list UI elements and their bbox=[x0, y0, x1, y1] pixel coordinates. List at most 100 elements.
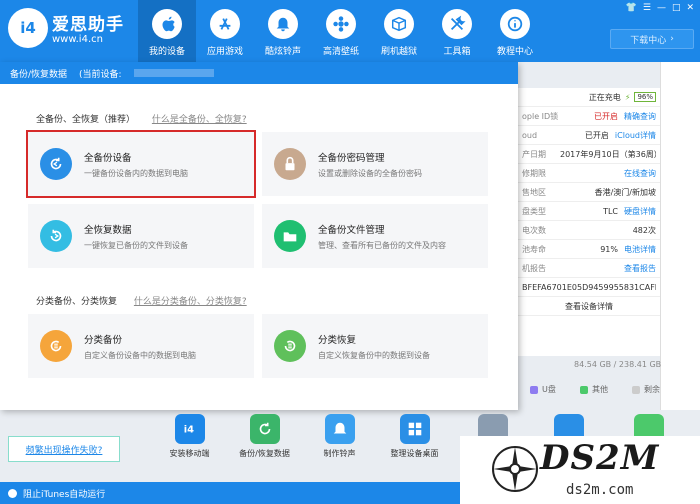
backup-icon bbox=[40, 148, 72, 180]
info-value: 已开启 bbox=[584, 130, 609, 140]
nav-item-3[interactable]: 高清壁纸 bbox=[312, 0, 370, 62]
card-desc: 一键恢复已备份的文件到设备 bbox=[84, 240, 188, 250]
i4-icon: i4 bbox=[174, 414, 205, 444]
folder-icon bbox=[274, 220, 306, 252]
info-link[interactable]: 在线查询 bbox=[624, 168, 656, 179]
legend-label: U盘 bbox=[542, 385, 556, 394]
download-center-label: 下载中心 bbox=[630, 35, 667, 46]
ringtone-icon bbox=[324, 414, 355, 444]
storage-legend-item: 其他 bbox=[580, 384, 608, 395]
card-restore[interactable]: 全恢复数据 一键恢复已备份的文件到设备 bbox=[28, 204, 254, 268]
tool-backup-restore[interactable]: 备份/恢复数据 bbox=[227, 414, 302, 459]
card-desc: 一键备份设备内的数据到电脑 bbox=[84, 168, 188, 178]
nav-label: 高清壁纸 bbox=[322, 47, 359, 57]
skin-icon[interactable]: 👕 bbox=[626, 3, 637, 13]
nav-label: 刷机越狱 bbox=[380, 47, 417, 57]
card-title: 全备份设备 bbox=[84, 152, 132, 164]
grid-icon bbox=[399, 414, 430, 444]
card-desc: 管理、查看所有已备份的文件及内容 bbox=[318, 240, 446, 250]
card-folder[interactable]: 全备份文件管理 管理、查看所有已备份的文件及内容 bbox=[262, 204, 488, 268]
section-full-help-link[interactable]: 什么是全备份、全恢复? bbox=[152, 115, 247, 125]
backup-restore-dialog: 备份/恢复数据 (当前设备: 全备份、全恢复（推荐） 什么是全备份、全恢复? 分… bbox=[0, 62, 518, 410]
box-icon bbox=[384, 9, 414, 39]
nav-item-0[interactable]: 我的设备 bbox=[138, 0, 196, 62]
info-link[interactable]: 电池详情 bbox=[624, 244, 656, 255]
card-backup[interactable]: 全备份设备 一键备份设备内的数据到电脑 bbox=[26, 130, 256, 198]
logo-text: i4 bbox=[20, 19, 36, 37]
info-value: 已开启 bbox=[594, 111, 618, 121]
info-key: 产日期 bbox=[522, 149, 546, 159]
charging-row: 正在充电 ⚡ 96% bbox=[518, 88, 660, 107]
right-scroll-area bbox=[660, 62, 700, 410]
card-lock[interactable]: 全备份密码管理 设置或删除设备的全备份密码 bbox=[262, 132, 488, 196]
storage-usage: 84.54 GB / 238.41 GB bbox=[574, 360, 662, 369]
info-value: 2017年9月10日（第36周） bbox=[560, 149, 656, 159]
app-url: www.i4.cn bbox=[52, 34, 103, 45]
device-name-redacted bbox=[133, 69, 214, 77]
charging-status: 正在充电 bbox=[588, 92, 621, 102]
lock-icon bbox=[274, 148, 306, 180]
info-value: TLC bbox=[603, 206, 618, 216]
info-key: 售地区 bbox=[522, 187, 546, 197]
nav-item-5[interactable]: 工具箱 bbox=[428, 0, 486, 62]
info-link[interactable]: 查看报告 bbox=[624, 263, 656, 274]
stop-itunes-icon bbox=[8, 488, 17, 498]
nav-item-6[interactable]: 教程中心 bbox=[486, 0, 544, 62]
info-row: 查看设备详情 bbox=[518, 297, 660, 316]
section-category-help-link[interactable]: 什么是分类备份、分类恢复? bbox=[134, 297, 247, 307]
info-row: 机报告 查看报告 bbox=[518, 259, 660, 278]
maximize-icon[interactable]: □ bbox=[672, 3, 681, 13]
dialog-title: 备份/恢复数据 bbox=[10, 69, 68, 80]
toolbox-row: i4 安装移动端 备份/恢复数据 制作铃声 整理设备桌面 bbox=[152, 414, 452, 459]
info-value: 91% bbox=[600, 244, 618, 254]
nav-item-1[interactable]: 应用游戏 bbox=[196, 0, 254, 62]
flower-icon bbox=[326, 9, 356, 39]
info-row: 售地区 香港/澳门/新加坡 bbox=[518, 183, 660, 202]
info-link[interactable]: 精确查询 bbox=[624, 111, 656, 122]
info-key: ople ID锁 bbox=[522, 111, 559, 121]
info-key: oud bbox=[522, 130, 538, 140]
info-key: 池寿命 bbox=[522, 244, 546, 254]
info-value: 香港/澳门/新加坡 bbox=[594, 187, 656, 197]
tool-label: 制作铃声 bbox=[323, 449, 356, 458]
storage-legend-item: U盘 bbox=[530, 384, 556, 395]
menu-icon[interactable]: ☰ bbox=[643, 3, 651, 13]
card-title: 分类恢复 bbox=[318, 334, 357, 346]
legend-label: 其他 bbox=[592, 385, 608, 394]
info-link[interactable]: iCloud详情 bbox=[615, 130, 656, 141]
info-row: 修期限 在线查询 bbox=[518, 164, 660, 183]
info-value: BFEFA6701E05D9459955831CAFF bbox=[522, 282, 656, 292]
stop-itunes-label[interactable]: 阻止iTunes自动运行 bbox=[23, 487, 105, 500]
card-category-backup[interactable]: 分类备份 自定义备份设备中的数据到电脑 bbox=[28, 314, 254, 378]
window-controls: 👕 ☰ — □ ✕ bbox=[626, 3, 694, 13]
tool-label: 整理设备桌面 bbox=[390, 449, 439, 458]
info-icon bbox=[500, 9, 530, 39]
info-link[interactable]: 硬盘详情 bbox=[624, 206, 656, 217]
card-title: 全恢复数据 bbox=[84, 224, 132, 236]
tool-i4[interactable]: i4 安装移动端 bbox=[152, 414, 227, 459]
tool-ringtone[interactable]: 制作铃声 bbox=[302, 414, 377, 459]
nav-item-2[interactable]: 酷炫铃声 bbox=[254, 0, 312, 62]
frequent-failure-link[interactable]: 频繁出现操作失败? bbox=[8, 436, 120, 462]
section-full-title: 全备份、全恢复（推荐） 什么是全备份、全恢复? bbox=[36, 112, 247, 125]
minimize-icon[interactable]: — bbox=[657, 3, 666, 13]
nav-item-4[interactable]: 刷机越狱 bbox=[370, 0, 428, 62]
category-restore-icon bbox=[274, 330, 306, 362]
close-icon[interactable]: ✕ bbox=[686, 3, 694, 13]
info-key: 修期限 bbox=[522, 168, 546, 178]
info-value[interactable]: 查看设备详情 bbox=[522, 301, 656, 312]
card-desc: 自定义备份设备中的数据到电脑 bbox=[84, 350, 196, 360]
tool-grid[interactable]: 整理设备桌面 bbox=[377, 414, 452, 459]
main-nav: 我的设备 应用游戏 酷炫铃声 高清壁纸 刷机越狱 工具箱 教程中心 bbox=[138, 0, 544, 62]
dialog-header: 备份/恢复数据 (当前设备: bbox=[0, 62, 518, 84]
nav-label: 教程中心 bbox=[496, 47, 533, 57]
storage-legend-item: 剩余 bbox=[632, 384, 660, 395]
bell-icon bbox=[268, 9, 298, 39]
svg-text:i4: i4 bbox=[183, 425, 193, 436]
section-full-label: 全备份、全恢复（推荐） bbox=[36, 115, 136, 125]
watermark-main: DS2M bbox=[540, 438, 660, 478]
card-category-restore[interactable]: 分类恢复 自定义恢复备份中的数据到设备 bbox=[262, 314, 488, 378]
legend-label: 剩余 bbox=[644, 385, 660, 394]
info-row: 电次数 482次 bbox=[518, 221, 660, 240]
download-center-button[interactable]: 下载中心 › bbox=[610, 29, 694, 49]
